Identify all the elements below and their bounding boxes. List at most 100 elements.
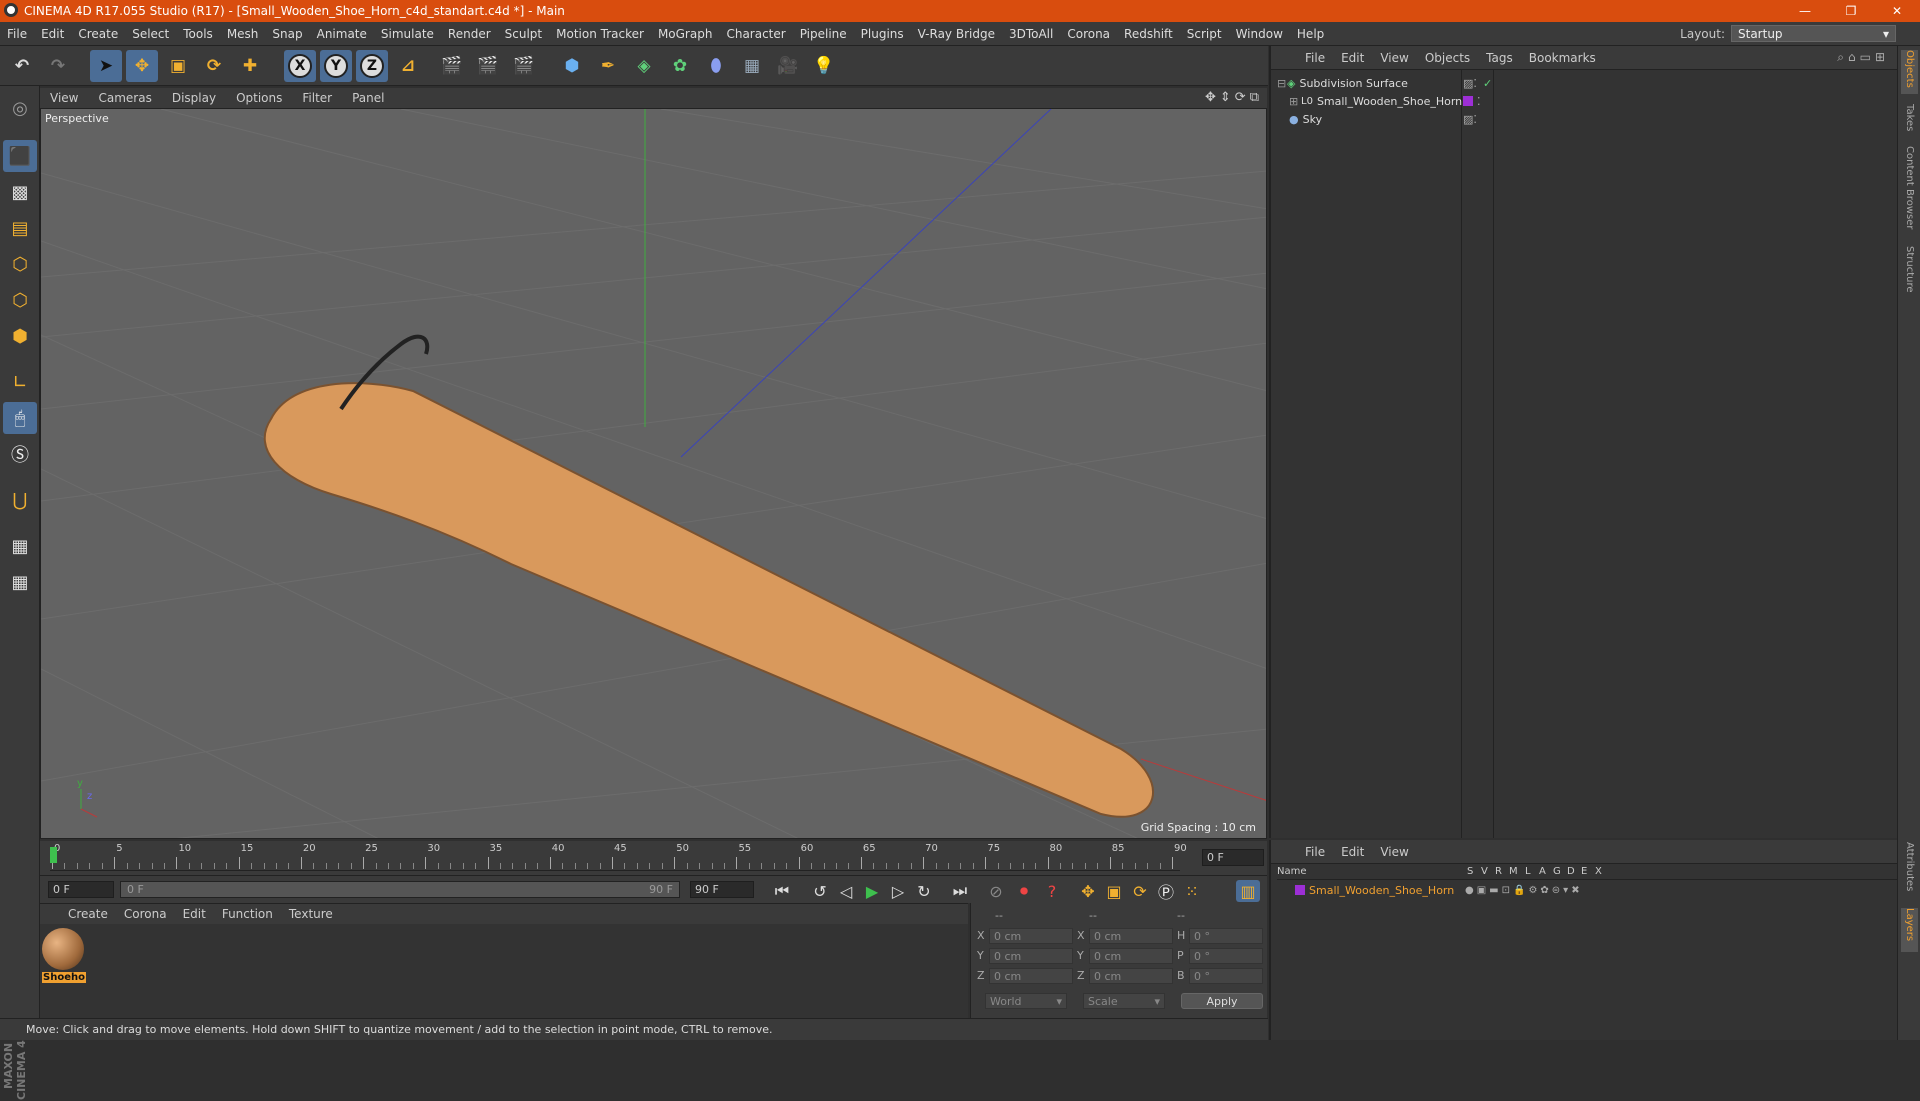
rotate-tool-button[interactable]: ⟳ [198,50,230,82]
menu-mograph[interactable]: MoGraph [651,27,720,41]
points-mode-button[interactable]: ⬡ [3,248,37,280]
next-frame-button[interactable]: ▷ [886,880,910,902]
menu-snap[interactable]: Snap [265,27,309,41]
scale-tool-button[interactable]: ▣ [162,50,194,82]
object-row-sky[interactable]: ● Sky ▨⁚ [1277,110,1761,128]
pos-y-field[interactable]: 0 cm [989,948,1073,964]
menu-redshift[interactable]: Redshift [1117,27,1180,41]
x-axis-lock-button[interactable]: X [284,50,316,82]
menu-corona[interactable]: Corona [1060,27,1117,41]
material-menu-function[interactable]: Function [214,907,281,921]
tab-layers[interactable]: Layers [1901,908,1918,952]
rot-h-field[interactable]: 0 ° [1189,928,1263,944]
key-pla-button[interactable]: ⁙ [1180,880,1204,902]
menu-plugins[interactable]: Plugins [854,27,911,41]
object-row-subdivision-surface[interactable]: ⊟ ◈ Subdivision Surface ▨⁚ ✓ [1277,74,1761,92]
size-z-field[interactable]: 0 cm [1089,968,1173,984]
workplane-lock-button[interactable]: ▦ [3,530,37,562]
pan-icon[interactable]: ✥ [1205,90,1216,105]
visibility-toggle[interactable]: ▨⁚ [1463,77,1477,90]
model-mode-button[interactable]: ⬛ [3,140,37,172]
key-parameter-button[interactable]: Ⓟ [1154,880,1178,902]
size-y-field[interactable]: 0 cm [1089,948,1173,964]
object-manager-tools[interactable]: ⌕⌂▭⊞ [1837,50,1889,65]
menu-vray-bridge[interactable]: V-Ray Bridge [911,27,1002,41]
menu-file[interactable]: File [0,27,34,41]
render-picture-viewer-button[interactable]: 🎬 [472,50,504,82]
menu-simulate[interactable]: Simulate [374,27,441,41]
add-cube-button[interactable]: ⬢ [556,50,588,82]
tab-structure[interactable]: Structure [1901,246,1918,302]
shoe-horn-model[interactable] [263,382,1155,818]
size-x-field[interactable]: 0 cm [1089,928,1173,944]
orbit-icon[interactable]: ⟳ [1235,90,1246,105]
render-view-button[interactable]: 🎬 [436,50,468,82]
viewport-menu-filter[interactable]: Filter [292,91,342,105]
magnet-button[interactable]: ⋃ [3,484,37,516]
object-menu-objects[interactable]: Objects [1417,51,1478,65]
material-menu-texture[interactable]: Texture [281,907,341,921]
previous-key-button[interactable]: ↺ [808,880,832,902]
key-rotation-button[interactable]: ⟳ [1128,880,1152,902]
add-deformer-button[interactable]: ⬮ [700,50,732,82]
record-keys-button[interactable]: ⊘ [984,880,1008,902]
menu-motion-tracker[interactable]: Motion Tracker [549,27,651,41]
viewport-menu-view[interactable]: View [40,91,88,105]
coordinate-system-button[interactable]: ⊿ [392,50,424,82]
viewport-menu-cameras[interactable]: Cameras [88,91,161,105]
object-menu-tags[interactable]: Tags [1478,51,1521,65]
planar-workplane-button[interactable]: ▦ [3,566,37,598]
end-frame-field[interactable]: 90 F [690,881,754,898]
key-scale-button[interactable]: ▣ [1102,880,1126,902]
dolly-icon[interactable]: ⇕ [1220,90,1231,105]
menu-edit[interactable]: Edit [34,27,71,41]
layer-toggle-icons[interactable]: ●▣▬⊡🔒⚙✿⊜▾✖ [1465,885,1583,896]
restore-button[interactable]: ❐ [1828,0,1874,22]
pos-x-field[interactable]: 0 cm [989,928,1073,944]
add-subdivision-button[interactable]: ◈ [628,50,660,82]
pos-z-field[interactable]: 0 cm [989,968,1073,984]
menu-animate[interactable]: Animate [310,27,374,41]
object-menu-file[interactable]: File [1297,51,1333,65]
add-spline-button[interactable]: ✒ [592,50,624,82]
object-menu-edit[interactable]: Edit [1333,51,1372,65]
move-tool-button[interactable]: ✥ [126,50,158,82]
minimize-button[interactable]: — [1782,0,1828,22]
menu-character[interactable]: Character [719,27,792,41]
expand-icon[interactable]: ⊞ [1289,95,1301,108]
workplane-mode-button[interactable]: ▤ [3,212,37,244]
menu-render[interactable]: Render [441,27,498,41]
object-row-shoe-horn[interactable]: ⊞ L0 Small_Wooden_Shoe_Horn ⁚ [1277,92,1761,110]
add-floor-button[interactable]: ▦ [736,50,768,82]
add-light-button[interactable]: 💡 [808,50,840,82]
menu-select[interactable]: Select [125,27,176,41]
edges-mode-button[interactable]: ⬡ [3,284,37,316]
add-cloner-button[interactable]: ✿ [664,50,696,82]
axis-mode-button[interactable]: ∟ [3,366,37,398]
z-axis-lock-button[interactable]: Z [356,50,388,82]
add-camera-button[interactable]: 🎥 [772,50,804,82]
visibility-toggle[interactable]: ▨⁚ [1463,113,1477,126]
previous-frame-button[interactable]: ◁ [834,880,858,902]
object-menu-view[interactable]: View [1372,51,1416,65]
coordinate-space-dropdown[interactable]: World ▾ [985,993,1067,1009]
next-key-button[interactable]: ↻ [912,880,936,902]
tab-takes[interactable]: Takes [1901,104,1918,138]
maximize-view-icon[interactable]: ⧉ [1250,90,1259,105]
render-settings-button[interactable]: 🎬 [508,50,540,82]
viewport-menu-options[interactable]: Options [226,91,292,105]
rot-p-field[interactable]: 0 ° [1189,948,1263,964]
menu-pipeline[interactable]: Pipeline [793,27,854,41]
texture-mode-button[interactable]: ▩ [3,176,37,208]
menu-sculpt[interactable]: Sculpt [498,27,549,41]
layer-color-tag[interactable] [1463,96,1473,106]
size-mode-dropdown[interactable]: Scale ▾ [1083,993,1165,1009]
rot-b-field[interactable]: 0 ° [1189,968,1263,984]
menu-create[interactable]: Create [71,27,125,41]
material-menu-corona[interactable]: Corona [116,907,175,921]
viewport-menu-display[interactable]: Display [162,91,226,105]
redo-button[interactable]: ↷ [42,50,74,82]
close-button[interactable]: ✕ [1874,0,1920,22]
keyframe-selection-button[interactable]: ? [1040,880,1064,902]
tab-objects[interactable]: Objects [1901,50,1918,94]
